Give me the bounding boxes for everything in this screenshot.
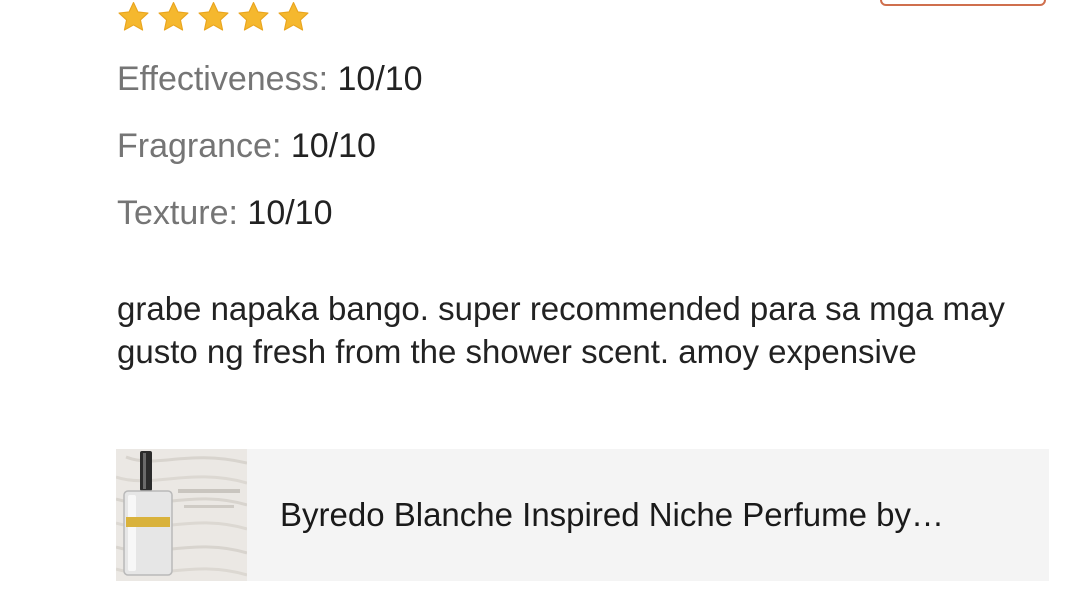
review-page: Effectiveness: 10/10 Fragrance: 10/10 Te…: [0, 0, 1080, 605]
product-card[interactable]: Byredo Blanche Inspired Niche Perfume by…: [116, 449, 1049, 581]
product-title: Byredo Blanche Inspired Niche Perfume by…: [280, 496, 944, 533]
attribute-label: Texture:: [117, 194, 238, 232]
star-icon: [278, 1, 309, 31]
attribute-label: Effectiveness:: [117, 60, 329, 98]
star-icon: [198, 1, 229, 31]
attribute-value: 10/10: [290, 127, 376, 165]
star-rating: [116, 0, 311, 36]
texture-row: Texture: 10/10: [117, 193, 333, 233]
top-right-button[interactable]: [880, 0, 1046, 6]
perfume-bottle-image: [116, 449, 247, 581]
attribute-value: 10/10: [337, 60, 423, 98]
review-text: grabe napaka bango. super recommended pa…: [117, 290, 1005, 370]
attribute-label: Fragrance:: [117, 127, 282, 165]
star-icon: [238, 1, 269, 31]
effectiveness-row: Effectiveness: 10/10: [117, 59, 423, 99]
star-icon: [158, 1, 189, 31]
fragrance-row: Fragrance: 10/10: [117, 126, 376, 166]
attribute-value: 10/10: [247, 194, 333, 232]
star-icon: [118, 1, 149, 31]
